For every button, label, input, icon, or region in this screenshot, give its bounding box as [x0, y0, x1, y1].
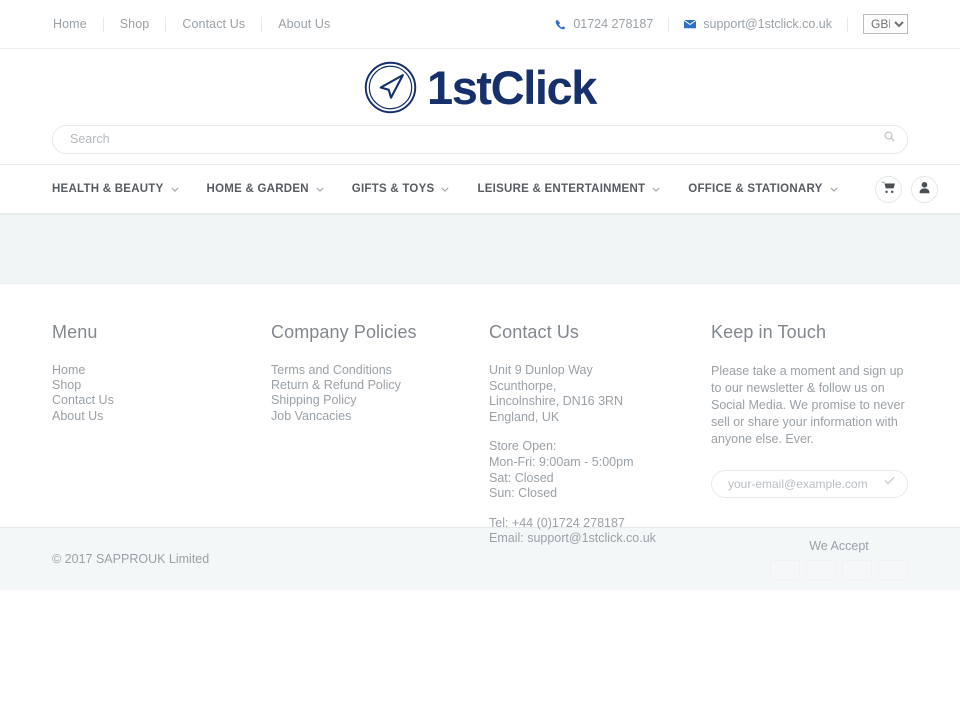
main-content-band — [0, 214, 960, 284]
newsletter-box[interactable] — [711, 470, 908, 498]
menu-label: OFFICE & STATIONARY — [688, 183, 823, 195]
phone-icon — [555, 19, 566, 30]
footer-column-keep-in-touch: Keep in Touch Please take a moment and s… — [711, 322, 908, 561]
payment-card-2-icon — [806, 559, 836, 580]
address-line-3: Lincolnshire, DN16 3RN — [489, 394, 624, 409]
we-accept-label: We Accept — [809, 538, 869, 553]
footer-link-return-refund-policy[interactable]: Return & Refund Policy — [271, 378, 489, 393]
footer: Menu Home Shop Contact Us About Us Compa… — [0, 284, 960, 545]
menu-label: GIFTS & TOYS — [351, 183, 435, 195]
footer-column-policies: Company Policies Terms and Conditions Re… — [271, 322, 489, 561]
chevron-down-icon — [170, 187, 179, 192]
hours-line-1: Store Open: — [489, 439, 557, 454]
chevron-down-icon — [652, 187, 660, 192]
payment-card-1-icon — [770, 559, 800, 580]
top-navigation: Home Shop Contact Us About Us — [53, 16, 330, 32]
menu-item-home-and-garden[interactable]: HOME & GARDEN — [207, 183, 324, 195]
payment-card-4-icon — [878, 559, 908, 580]
payment-card-list — [770, 559, 908, 580]
hours-line-2: Mon-Fri: 9:00am - 5:00pm — [489, 454, 634, 469]
footer-keepintouch-title: Keep in Touch — [711, 322, 827, 342]
footer-link-shipping-policy[interactable]: Shipping Policy — [271, 393, 489, 408]
menu-item-office-and-stationary[interactable]: OFFICE & STATIONARY — [688, 183, 838, 195]
payment-methods: We Accept — [770, 539, 908, 580]
email-block[interactable]: support@1stclick.co.uk — [669, 16, 848, 32]
newsletter-submit-button[interactable] — [884, 476, 895, 485]
currency-select[interactable]: GBP — [863, 14, 908, 34]
phone-block[interactable]: 01724 278187 — [540, 16, 670, 32]
top-nav-home[interactable]: Home — [53, 16, 104, 32]
footer-address: Unit 9 Dunlop Way Scunthorpe, Lincolnshi… — [489, 363, 711, 425]
newsletter-email-input[interactable] — [712, 472, 907, 496]
menu-item-health-and-beauty[interactable]: HEALTH & BEAUTY — [52, 183, 179, 195]
newsletter-description: Please take a moment and sign up to our … — [711, 364, 905, 446]
chevron-down-icon — [316, 187, 324, 192]
main-navigation-bar: HEALTH & BEAUTY HOME & GARDEN GIFTS & TO… — [0, 164, 960, 214]
top-nav-contact-us[interactable]: Contact Us — [166, 16, 263, 32]
footer-column-menu: Menu Home Shop Contact Us About Us — [52, 322, 271, 561]
nav-actions — [866, 175, 938, 203]
chevron-down-icon — [441, 187, 450, 192]
hours-line-4: Sun: Closed — [489, 486, 558, 501]
footer-link-about-us[interactable]: About Us — [52, 409, 271, 424]
footer-store-hours: Store Open: Mon-Fri: 9:00am - 5:00pm Sat… — [489, 439, 711, 501]
footer-contact-title: Contact Us — [489, 322, 580, 342]
site-logo[interactable]: 1stClick — [364, 60, 597, 114]
bottom-bar: © 2017 SAPPROUK Limited We Accept — [0, 527, 960, 590]
phone-number: 01724 278187 — [573, 16, 654, 31]
footer-link-terms-and-conditions[interactable]: Terms and Conditions — [271, 363, 489, 378]
top-bar-right: 01724 278187 support@1stclick.co.uk GBP — [540, 14, 908, 34]
navigation-arrow-circle-icon — [364, 61, 417, 114]
search-submit-button[interactable] — [884, 131, 895, 142]
search-box[interactable] — [52, 125, 908, 154]
account-button[interactable] — [910, 175, 938, 203]
page-root: Home Shop Contact Us About Us 01724 2781… — [0, 0, 960, 710]
address-line-1: Unit 9 Dunlop Way — [489, 363, 593, 377]
currency-selector-wrap: GBP — [848, 14, 908, 34]
address-line-2: Scunthorpe, — [489, 378, 557, 393]
menu-item-leisure-and-entertainment[interactable]: LEISURE & ENTERTAINMENT — [477, 183, 660, 195]
footer-link-home[interactable]: Home — [52, 363, 271, 378]
menu-label: HEALTH & BEAUTY — [52, 183, 164, 195]
top-bar: Home Shop Contact Us About Us 01724 2781… — [0, 0, 960, 49]
cart-button[interactable] — [874, 175, 902, 203]
copyright-text: © 2017 SAPPROUK Limited — [52, 551, 210, 566]
logo-text: 1stClick — [426, 60, 597, 114]
footer-menu-title: Menu — [52, 322, 98, 342]
footer-column-contact: Contact Us Unit 9 Dunlop Way Scunthorpe,… — [489, 322, 711, 561]
shopping-cart-icon — [881, 181, 895, 197]
payment-card-3-icon — [842, 559, 872, 580]
logo-area: 1stClick — [0, 49, 960, 119]
email-address: support@1stclick.co.uk — [703, 16, 832, 31]
top-nav-about-us[interactable]: About Us — [262, 17, 330, 32]
search-area — [0, 119, 960, 164]
envelope-icon — [684, 19, 697, 29]
category-menu: HEALTH & BEAUTY HOME & GARDEN GIFTS & TO… — [52, 183, 866, 195]
menu-label: HOME & GARDEN — [206, 183, 309, 195]
hours-line-3: Sat: Closed — [489, 470, 554, 485]
chevron-down-icon — [829, 187, 838, 192]
menu-label: LEISURE & ENTERTAINMENT — [477, 183, 646, 195]
footer-link-shop[interactable]: Shop — [52, 378, 271, 393]
top-nav-shop[interactable]: Shop — [104, 16, 167, 32]
search-input[interactable] — [53, 127, 907, 152]
footer-link-job-vacancies[interactable]: Job Vancacies — [271, 409, 489, 424]
footer-policies-title: Company Policies — [271, 322, 417, 342]
menu-item-gifts-and-toys[interactable]: GIFTS & TOYS — [352, 183, 450, 195]
address-line-4: England, UK — [489, 409, 560, 424]
user-account-icon — [918, 181, 931, 197]
page-below-fold — [0, 590, 960, 710]
footer-link-contact-us[interactable]: Contact Us — [52, 393, 271, 408]
